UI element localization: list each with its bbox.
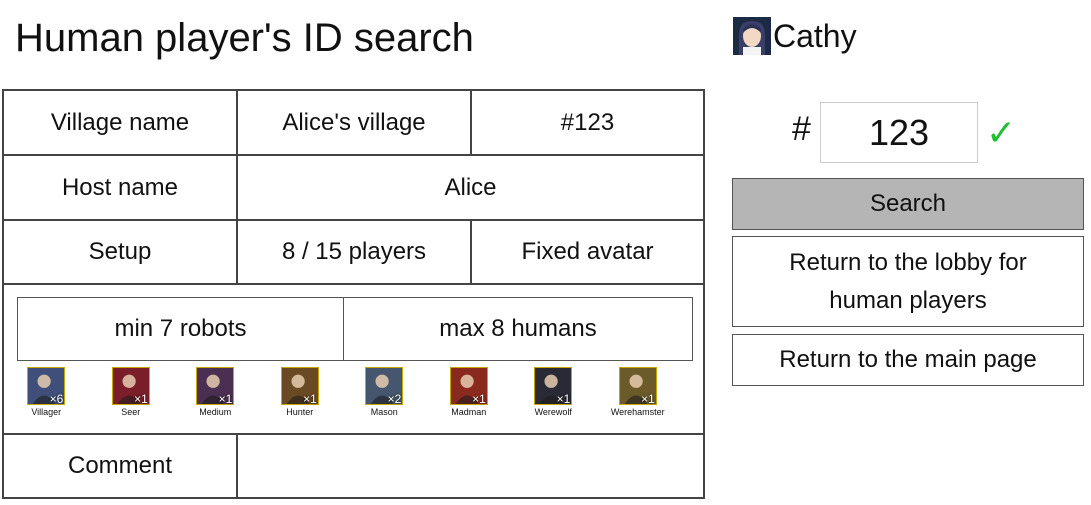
role-count: ×1 <box>641 392 655 406</box>
role-label: Werewolf <box>534 407 572 417</box>
role-count: ×2 <box>387 392 402 406</box>
user-avatar-icon <box>733 17 771 55</box>
werewolf-icon: ×1 <box>534 367 573 406</box>
role-item: ×6 Villager <box>4 367 89 417</box>
village-name-value: Alice's village <box>238 91 472 156</box>
avatar-mode: Fixed avatar <box>472 221 703 285</box>
village-id-input[interactable] <box>820 102 978 163</box>
villager-icon: ×6 <box>27 367 66 406</box>
role-label: Madman <box>451 407 487 417</box>
hunter-icon: ×1 <box>280 367 319 406</box>
role-count: ×1 <box>134 392 148 406</box>
checkmark-icon: ✓ <box>986 112 1017 153</box>
role-label: Werehamster <box>610 407 665 417</box>
host-name-value: Alice <box>238 156 703 221</box>
return-to-lobby-button[interactable]: Return to the lobby for human players <box>732 236 1084 327</box>
role-label: Mason <box>370 407 398 417</box>
role-count: ×6 <box>49 392 64 406</box>
role-label: Medium <box>199 407 232 417</box>
id-hash-symbol: # <box>792 110 811 148</box>
role-item: ×1 Seer <box>89 367 174 417</box>
role-count: ×1 <box>556 392 571 406</box>
user-name: Cathy <box>773 17 857 54</box>
comment-label: Comment <box>4 435 238 497</box>
host-name-label: Host name <box>4 156 238 221</box>
medium-icon: ×1 <box>196 367 235 406</box>
role-count: ×1 <box>472 392 486 406</box>
comment-value <box>238 435 703 497</box>
village-name-label: Village name <box>4 91 238 156</box>
player-limits: min 7 robots max 8 humans <box>17 297 693 361</box>
role-label: Seer <box>121 407 141 417</box>
setup-detail: min 7 robots max 8 humans ×6 Villager ×1 Se… <box>4 285 703 435</box>
mason-icon: ×2 <box>365 367 404 406</box>
role-item: ×1 Werehamster <box>596 367 681 417</box>
role-item: ×1 Medium <box>173 367 258 417</box>
return-to-main-button[interactable]: Return to the main page <box>732 334 1084 386</box>
role-count: ×1 <box>218 392 233 406</box>
madman-icon: ×1 <box>449 367 488 406</box>
user-badge: Cathy <box>733 16 857 56</box>
werehamster-icon: ×1 <box>618 367 657 406</box>
min-robots: min 7 robots <box>18 298 344 360</box>
setup-label: Setup <box>4 221 238 285</box>
village-info-table: Village name Alice's village #123 Host n… <box>2 89 705 499</box>
players-count: 8 / 15 players <box>238 221 472 285</box>
role-item: ×1 Madman <box>427 367 512 417</box>
role-item: ×2 Mason <box>342 367 427 417</box>
role-label: Hunter <box>286 407 314 417</box>
village-id-value: #123 <box>472 91 703 156</box>
search-button[interactable]: Search <box>732 178 1084 230</box>
role-item: ×1 Hunter <box>258 367 343 417</box>
page-title: Human player's ID search <box>15 16 474 60</box>
max-humans: max 8 humans <box>439 315 597 342</box>
role-list: ×6 Villager ×1 Seer ×1 Medium ×1 Hunter ×2 Mason ×… <box>4 367 703 417</box>
seer-icon: ×1 <box>111 367 150 406</box>
role-item: ×1 Werewolf <box>511 367 596 417</box>
role-count: ×1 <box>303 392 317 406</box>
role-label: Villager <box>31 407 62 417</box>
